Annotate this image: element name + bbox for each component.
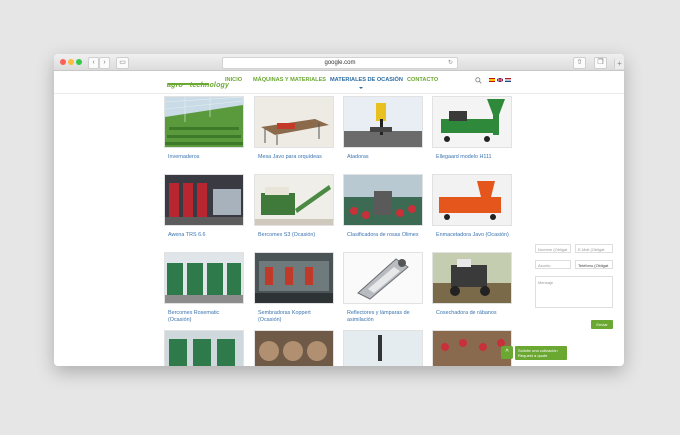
product-card[interactable]: Awena TRS 6.6	[164, 174, 244, 244]
product-image[interactable]	[343, 174, 423, 226]
product-caption[interactable]: Mesa Javo para orquídeas	[258, 154, 334, 161]
site-logo[interactable]: agro · technology	[167, 74, 229, 90]
reload-icon[interactable]: ↻	[448, 58, 453, 68]
minimize-window-button[interactable]	[68, 59, 74, 65]
nav-inicio[interactable]: INICIO	[225, 77, 242, 83]
send-button[interactable]: Enviar	[591, 320, 613, 329]
browser-titlebar: ‹ › ▭ google.com ↻ ⇧ ❐	[54, 54, 624, 71]
product-image[interactable]	[432, 174, 512, 226]
browser-window: ‹ › ▭ google.com ↻ ⇧ ❐ agro · technology…	[54, 54, 624, 366]
chevron-up-icon: ^	[505, 349, 509, 356]
product-image[interactable]	[164, 252, 244, 304]
product-card[interactable]	[254, 330, 334, 366]
spain-flag-icon[interactable]	[489, 78, 495, 82]
forward-icon[interactable]: ›	[99, 57, 110, 69]
maximize-window-button[interactable]	[76, 59, 82, 65]
nav-contacto[interactable]: CONTACTO	[407, 77, 438, 83]
scroll-to-top-button[interactable]: ^	[501, 346, 513, 359]
product-image[interactable]	[164, 330, 244, 366]
share-icon[interactable]: ⇧	[573, 57, 586, 69]
netherlands-flag-icon[interactable]	[505, 78, 511, 82]
search-icon[interactable]	[475, 77, 482, 84]
email-field[interactable]: E-Mail (Obligat	[575, 244, 613, 253]
product-image[interactable]	[432, 330, 512, 366]
product-caption[interactable]: Bercomex S3 (Ocasión)	[258, 232, 334, 239]
product-caption[interactable]: Enmacetadora Javo (Ocasión)	[436, 232, 512, 239]
close-window-button[interactable]	[60, 59, 66, 65]
product-caption[interactable]: Ellegaard modelo H111	[436, 154, 512, 161]
product-card[interactable]: Enmacetadora Javo (Ocasión)	[432, 174, 512, 244]
product-card[interactable]: Cosechadora de rábanos	[432, 252, 512, 322]
back-icon[interactable]: ‹	[88, 57, 99, 69]
product-image[interactable]	[254, 330, 334, 366]
product-caption[interactable]: Cosechadora de rábanos	[436, 310, 512, 317]
address-bar[interactable]: google.com ↻	[222, 57, 458, 69]
product-image[interactable]	[343, 330, 423, 366]
product-card[interactable]	[343, 330, 423, 366]
product-image[interactable]	[343, 96, 423, 148]
product-card[interactable]	[164, 330, 244, 366]
request-quote-button[interactable]: Solicite una cotización Request a quote	[515, 346, 567, 360]
tabs-icon[interactable]: ❐	[594, 57, 607, 69]
product-card[interactable]: Sembradoras Koppert (Ocasión)	[254, 252, 334, 323]
nav-materiales-ocasion[interactable]: MATERIALES DE OCASIÓN	[330, 77, 403, 83]
product-card[interactable]: Ellegaard modelo H111	[432, 96, 512, 166]
product-card[interactable]: Clasificadora de rosas Olimex	[343, 174, 423, 244]
product-card[interactable]	[432, 330, 512, 366]
product-caption[interactable]: Atadoras	[347, 154, 423, 161]
quote-label-en: Request a quote	[518, 353, 548, 358]
subject-field[interactable]: Asunto	[535, 260, 571, 269]
new-tab-icon[interactable]: +	[614, 59, 624, 69]
product-caption[interactable]: Awena TRS 6.6	[168, 232, 244, 239]
product-image[interactable]	[254, 96, 334, 148]
product-card[interactable]: Invernaderos	[164, 96, 244, 166]
product-caption[interactable]: Clasificadora de rosas Olimex	[347, 232, 423, 239]
product-caption[interactable]: Bercomex Rosematic (Ocasión)	[168, 310, 244, 323]
product-image[interactable]	[164, 96, 244, 148]
product-caption[interactable]: Invernaderos	[168, 154, 244, 161]
product-card[interactable]: Mesa Javo para orquídeas	[254, 96, 334, 166]
product-card[interactable]: Reflectores y lámparas de asimilación	[343, 252, 423, 323]
product-image[interactable]	[254, 252, 334, 304]
product-image[interactable]	[343, 252, 423, 304]
message-field[interactable]: Mensaje	[535, 276, 613, 308]
sidebar-icon[interactable]: ▭	[116, 57, 129, 69]
product-caption[interactable]: Sembradoras Koppert (Ocasión)	[258, 310, 334, 323]
product-image[interactable]	[432, 96, 512, 148]
product-card[interactable]: Bercomex Rosematic (Ocasión)	[164, 252, 244, 323]
product-card[interactable]: Atadoras	[343, 96, 423, 166]
uk-flag-icon[interactable]	[497, 78, 503, 82]
phone-field[interactable]: Teléfono (Obligat	[575, 260, 613, 269]
site-navbar: agro · technology INICIO MÁQUINAS Y MATE…	[54, 71, 624, 94]
product-image[interactable]	[164, 174, 244, 226]
nav-maquinas-materiales[interactable]: MÁQUINAS Y MATERIALES	[253, 77, 326, 83]
url-text: google.com	[324, 60, 356, 66]
product-image[interactable]	[254, 174, 334, 226]
active-nav-indicator	[359, 87, 363, 89]
logo-swoosh-icon	[167, 83, 209, 85]
name-field[interactable]: Nombre (Obligat	[535, 244, 571, 253]
product-card[interactable]: Bercomex S3 (Ocasión)	[254, 174, 334, 244]
product-image[interactable]	[432, 252, 512, 304]
product-caption[interactable]: Reflectores y lámparas de asimilación	[347, 310, 423, 323]
